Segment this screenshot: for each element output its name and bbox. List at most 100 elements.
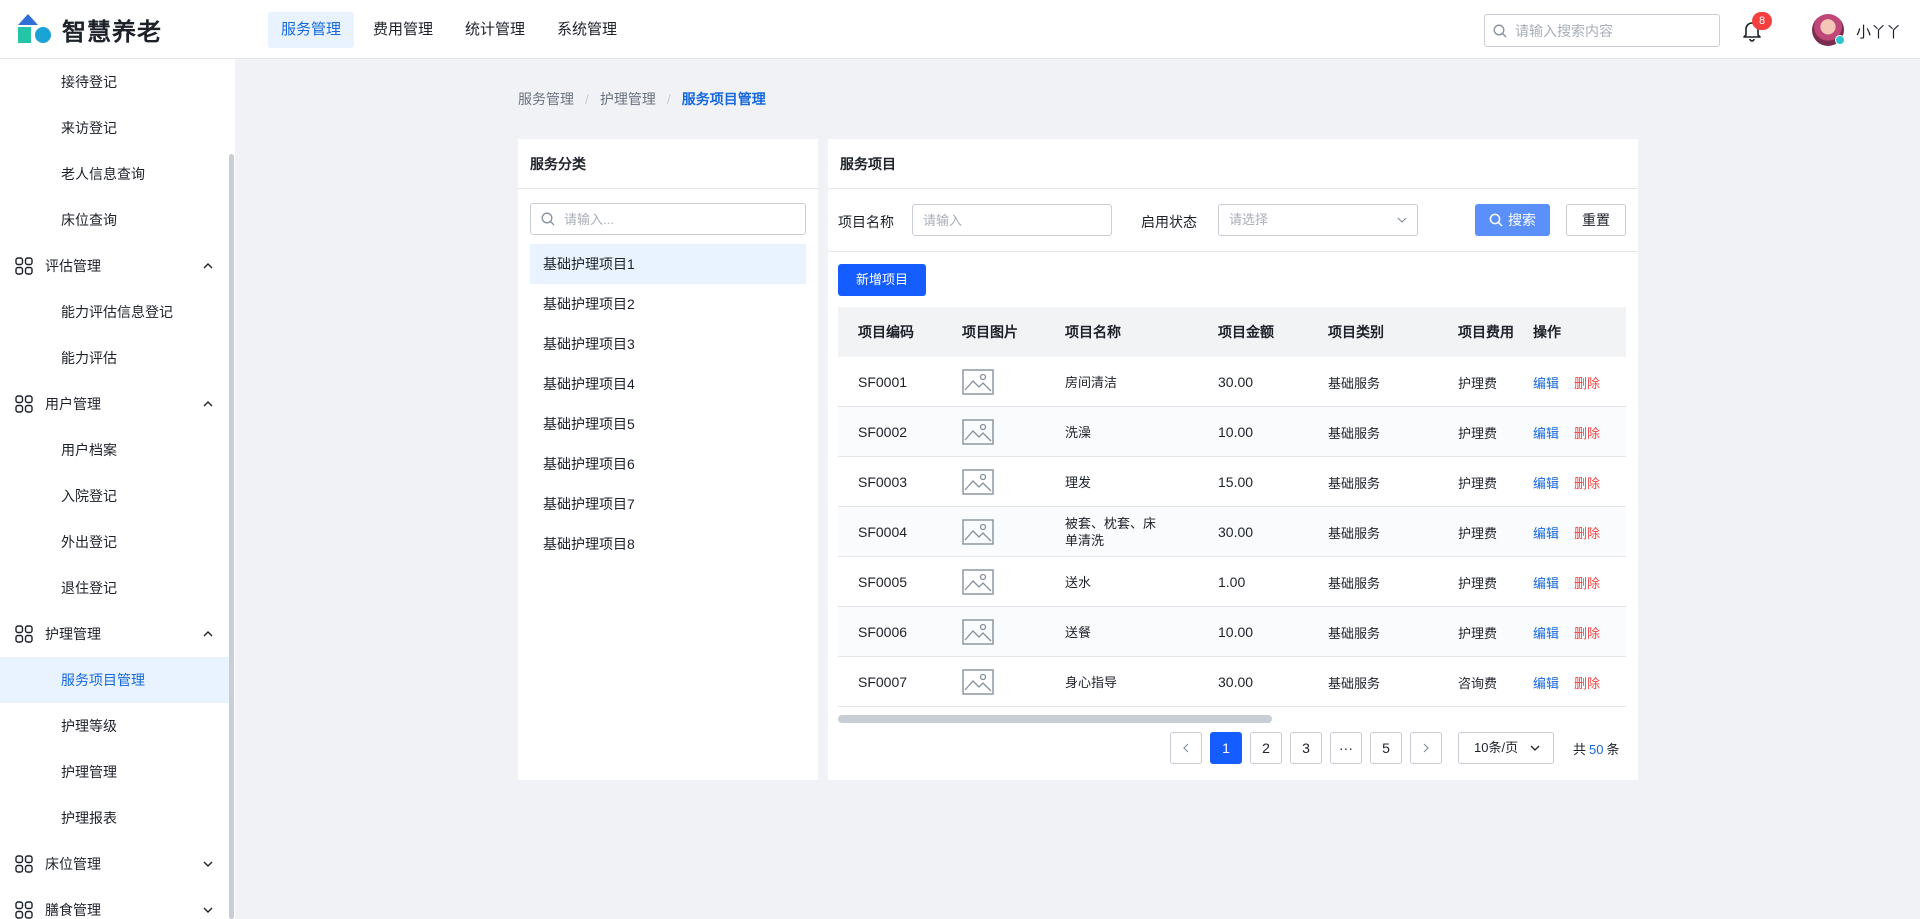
page-button-5[interactable]: 5 [1370, 732, 1402, 764]
row-actions: 编辑 删除 [1533, 457, 1600, 507]
status-select[interactable]: 请选择 [1218, 204, 1418, 236]
delete-link[interactable]: 删除 [1574, 573, 1600, 592]
prev-page-button[interactable] [1170, 732, 1202, 764]
edit-link[interactable]: 编辑 [1533, 473, 1559, 492]
edit-link[interactable]: 编辑 [1533, 623, 1559, 642]
name-filter-label: 项目名称 [838, 214, 894, 230]
sidebar-group-label: 评估管理 [45, 258, 101, 274]
chevron-up-icon [203, 401, 213, 407]
table-row: SF0002 洗澡 10.00 基础服务 护理费 编辑 删除 [838, 407, 1626, 457]
total-count: 共 50 条 [1573, 739, 1620, 758]
topnav-system[interactable]: 系统管理 [544, 12, 630, 48]
sidebar-item-label: 入院登记 [61, 488, 117, 504]
topnav-service[interactable]: 服务管理 [268, 12, 355, 48]
topnav-fees[interactable]: 费用管理 [360, 12, 446, 48]
sidebar-item-user-profile[interactable]: 用户档案 [0, 427, 229, 473]
sidebar-item-reception[interactable]: 接待登记 [0, 59, 229, 105]
sidebar-item-checkout[interactable]: 退住登记 [0, 565, 229, 611]
sidebar-group-users[interactable]: 用户管理 [0, 381, 229, 427]
chevron-down-icon [203, 907, 213, 913]
page-button-3[interactable]: 3 [1290, 732, 1322, 764]
sidebar-item-service-project[interactable]: 服务项目管理 [0, 657, 229, 703]
image-placeholder-icon [962, 619, 994, 645]
edit-link[interactable]: 编辑 [1533, 423, 1559, 442]
category-search-input[interactable] [564, 211, 794, 227]
sidebar-item-label: 护理等级 [61, 718, 117, 734]
delete-link[interactable]: 删除 [1574, 523, 1600, 542]
project-amount: 10.00 [1218, 424, 1254, 440]
delete-link[interactable]: 删除 [1574, 473, 1600, 492]
sidebar-group-meals[interactable]: 膳食管理 [0, 887, 229, 919]
sidebar-item-label: 服务项目管理 [61, 672, 145, 688]
project-fee: 护理费 [1458, 375, 1498, 391]
sidebar-item-label: 床位查询 [61, 212, 117, 228]
edit-link[interactable]: 编辑 [1533, 373, 1559, 392]
sidebar-group-assessment[interactable]: 评估管理 [0, 243, 229, 289]
sidebar-group-beds[interactable]: 床位管理 [0, 841, 229, 887]
sidebar-item-care-report[interactable]: 护理报表 [0, 795, 229, 841]
sidebar-item-visit[interactable]: 来访登记 [0, 105, 229, 151]
sidebar-item-elder-info[interactable]: 老人信息查询 [0, 151, 229, 197]
delete-link[interactable]: 删除 [1574, 623, 1600, 642]
add-project-button[interactable]: 新增项目 [838, 264, 926, 296]
project-image [962, 557, 994, 607]
page-ellipsis-button[interactable]: ··· [1330, 732, 1362, 764]
page-button-1[interactable]: 1 [1210, 732, 1242, 764]
app-logo[interactable]: 智慧养老 [18, 13, 162, 46]
category-item[interactable]: 基础护理项目3 [530, 324, 806, 364]
topnav-stats[interactable]: 统计管理 [452, 12, 538, 48]
sidebar-item-care-level[interactable]: 护理等级 [0, 703, 229, 749]
header-search-input[interactable] [1515, 22, 1705, 39]
category-search[interactable] [530, 203, 806, 235]
table-header: 项目编码 项目图片 项目名称 项目金额 项目类别 项目费用 操作 [838, 307, 1626, 357]
category-item[interactable]: 基础护理项目2 [530, 284, 806, 324]
username[interactable]: 小丫丫 [1856, 21, 1901, 42]
sidebar-item-admission[interactable]: 入院登记 [0, 473, 229, 519]
page-button-2[interactable]: 2 [1250, 732, 1282, 764]
edit-link[interactable]: 编辑 [1533, 673, 1559, 692]
category-item[interactable]: 基础护理项目7 [530, 484, 806, 524]
project-name: 被套、枕套、床单清洗 [1065, 516, 1157, 548]
online-status-dot [1835, 35, 1845, 45]
search-button[interactable]: 搜索 [1475, 204, 1550, 236]
sidebar-item-label: 来访登记 [61, 120, 117, 136]
project-category: 基础服务 [1328, 575, 1381, 591]
sidebar-item-ability-register[interactable]: 能力评估信息登记 [0, 289, 229, 335]
sidebar-item-ability-assess[interactable]: 能力评估 [0, 335, 229, 381]
sidebar-item-label: 用户档案 [61, 442, 117, 458]
header-search[interactable] [1484, 14, 1720, 47]
row-actions: 编辑 删除 [1533, 657, 1600, 707]
breadcrumb-item[interactable]: 服务管理 [518, 89, 574, 109]
table-horizontal-scrollbar[interactable] [838, 715, 1272, 723]
project-amount: 15.00 [1218, 474, 1254, 490]
sidebar-group-label: 护理管理 [45, 626, 101, 642]
sidebar-item-care-management[interactable]: 护理管理 [0, 749, 229, 795]
delete-link[interactable]: 删除 [1574, 423, 1600, 442]
category-item[interactable]: 基础护理项目8 [530, 524, 806, 564]
top-header: 智慧养老 服务管理 费用管理 统计管理 系统管理 8 小丫丫 [0, 0, 1920, 59]
category-item[interactable]: 基础护理项目5 [530, 404, 806, 444]
name-filter-input[interactable] [912, 204, 1112, 236]
delete-link[interactable]: 删除 [1574, 373, 1600, 392]
sidebar-item-outing[interactable]: 外出登记 [0, 519, 229, 565]
page-size-select[interactable]: 10条/页 [1458, 732, 1554, 764]
category-item[interactable]: 基础护理项目6 [530, 444, 806, 484]
edit-link[interactable]: 编辑 [1533, 523, 1559, 542]
chevron-down-icon [1530, 745, 1540, 751]
reset-button[interactable]: 重置 [1566, 204, 1626, 236]
sidebar-item-bed-query[interactable]: 床位查询 [0, 197, 229, 243]
search-button-label: 搜索 [1508, 212, 1536, 228]
breadcrumb-item[interactable]: 护理管理 [600, 89, 656, 109]
image-placeholder-icon [962, 669, 994, 695]
category-item[interactable]: 基础护理项目1 [530, 244, 806, 284]
total-prefix: 共 [1573, 742, 1587, 757]
table-row: SF0006 送餐 10.00 基础服务 护理费 编辑 删除 [838, 607, 1626, 657]
delete-link[interactable]: 删除 [1574, 673, 1600, 692]
row-actions: 编辑 删除 [1533, 507, 1600, 557]
sidebar-scrollbar[interactable] [229, 154, 234, 919]
next-page-button[interactable] [1410, 732, 1442, 764]
project-category: 基础服务 [1328, 525, 1381, 541]
category-item[interactable]: 基础护理项目4 [530, 364, 806, 404]
edit-link[interactable]: 编辑 [1533, 573, 1559, 592]
sidebar-group-nursing[interactable]: 护理管理 [0, 611, 229, 657]
